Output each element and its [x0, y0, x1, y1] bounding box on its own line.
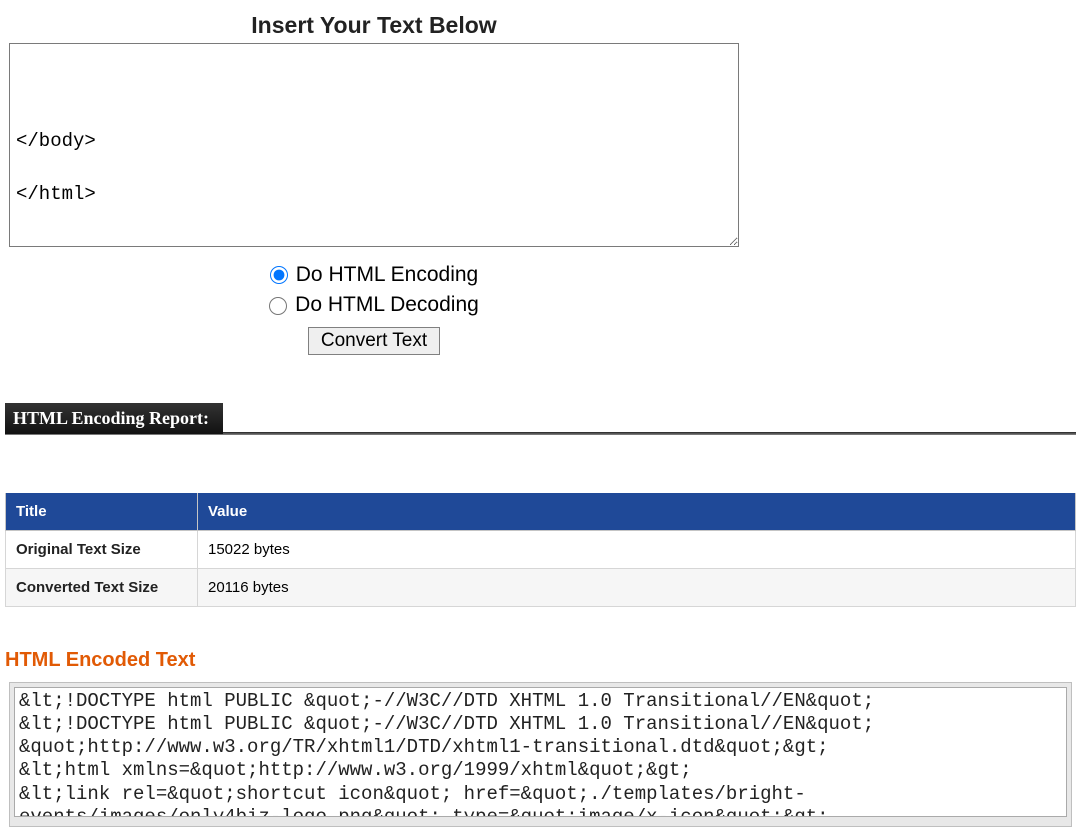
radio-row-encode: Do HTML Encoding	[5, 260, 743, 290]
row-value: 20116 bytes	[198, 568, 1076, 606]
radio-group: Do HTML Encoding Do HTML Decoding	[5, 260, 743, 321]
table-row: Original Text Size 15022 bytes	[6, 530, 1076, 568]
row-title: Original Text Size	[6, 530, 198, 568]
encoded-heading: HTML Encoded Text	[5, 649, 1076, 672]
report-col-title: Title	[6, 493, 198, 531]
encoded-textarea[interactable]	[14, 687, 1067, 817]
radio-decode-label[interactable]: Do HTML Decoding	[295, 290, 479, 320]
table-row: Converted Text Size 20116 bytes	[6, 568, 1076, 606]
radio-encode-label[interactable]: Do HTML Encoding	[296, 260, 478, 290]
radio-decode[interactable]	[269, 297, 287, 315]
row-value: 15022 bytes	[198, 530, 1076, 568]
report-table-header-row: Title Value	[6, 493, 1076, 531]
report-col-value: Value	[198, 493, 1076, 531]
row-title: Converted Text Size	[6, 568, 198, 606]
convert-button[interactable]: Convert Text	[308, 327, 440, 355]
report-header-wrap: HTML Encoding Report:	[5, 403, 1076, 435]
button-row: Convert Text	[5, 327, 743, 355]
page-container: Insert Your Text Below Do HTML Encoding …	[0, 12, 1081, 827]
radio-row-decode: Do HTML Decoding	[5, 290, 743, 320]
radio-encode[interactable]	[270, 266, 288, 284]
input-textarea[interactable]	[9, 43, 739, 247]
report-table: Title Value Original Text Size 15022 byt…	[5, 493, 1076, 607]
input-textarea-wrap	[9, 43, 739, 252]
report-header: HTML Encoding Report:	[5, 403, 223, 434]
encoded-container	[9, 682, 1072, 827]
insert-heading: Insert Your Text Below	[5, 12, 743, 39]
